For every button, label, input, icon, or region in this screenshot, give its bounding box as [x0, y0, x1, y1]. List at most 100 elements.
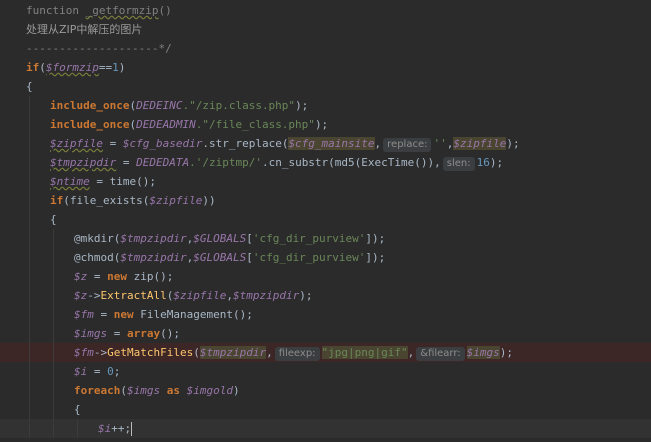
code-token: ,: [226, 289, 233, 302]
code-line[interactable]: $i = 0;: [0, 362, 651, 381]
code-token: );: [314, 118, 329, 131]
text-cursor: [131, 422, 133, 436]
indent-guide: [29, 115, 30, 134]
code-token: $imgold: [186, 384, 233, 397]
code-token: new: [107, 270, 127, 283]
code-text: if($formzip==1): [26, 58, 125, 77]
code-token: $tmpzipdir: [120, 251, 187, 264]
code-token: DEDEDATA: [136, 156, 190, 169]
code-text: $z = new zip();: [74, 267, 173, 286]
indent-guide: [53, 362, 54, 381]
code-line[interactable]: 处理从ZIP中解压的图片: [0, 20, 651, 39]
code-token: $zipfile: [453, 137, 507, 150]
code-token: $z: [74, 270, 88, 283]
code-line-error[interactable]: $fm->GetMatchFiles($tmpzipdir, fileexp: "j…: [0, 343, 651, 362]
code-text: $tmpzipdir = DEDEDATA.'/ziptmp/'.cn_subs…: [50, 153, 503, 172]
code-editor[interactable]: function _getformzip() 处理从ZIP中解压的图片 ------…: [0, 0, 651, 442]
code-line[interactable]: {: [0, 77, 651, 96]
code-token: ++;: [111, 422, 132, 435]
code-line[interactable]: $imgs = array();: [0, 324, 651, 343]
indent-guide: [29, 381, 30, 400]
code-token: $ntime: [50, 175, 90, 188]
indent-guide: [77, 419, 78, 438]
code-token: $cfg_mainsite: [288, 137, 375, 150]
code-token: foreach: [74, 384, 121, 397]
indent-guide: [53, 381, 54, 400]
code-line[interactable]: include_once(DEDEADMIN."/file_class.php"…: [0, 115, 651, 134]
code-token: 处理从ZIP中解压的图片: [26, 23, 143, 36]
code-token: {: [50, 213, 57, 226]
code-token: ->: [87, 289, 101, 302]
code-token: $zipfile: [173, 289, 227, 302]
code-line[interactable]: function _getformzip(): [0, 1, 651, 20]
code-line[interactable]: $tmpzipdir = DEDEDATA.'/ziptmp/'.cn_subs…: [0, 153, 651, 172]
code-token: =: [116, 156, 137, 169]
code-line[interactable]: $ntime = time();: [0, 172, 651, 191]
code-token: =: [87, 365, 108, 378]
code-line[interactable]: @chmod($tmpzipdir,$GLOBALS['cfg_dir_purv…: [0, 248, 651, 267]
code-token: {: [74, 403, 81, 416]
code-line[interactable]: @mkdir($tmpzipdir,$GLOBALS['cfg_dir_purv…: [0, 229, 651, 248]
code-token: --------------------*/: [26, 42, 172, 55]
code-token: $fm: [74, 308, 94, 321]
code-line[interactable]: $zipfile = $cfg_basedir.str_replace($cfg…: [0, 134, 651, 153]
code-text: $ntime = time();: [50, 172, 156, 191]
code-token: as: [166, 384, 180, 397]
code-line[interactable]: foreach($imgs as $imgold): [0, 381, 651, 400]
code-token: ();: [160, 327, 180, 340]
code-token: .str_replace(: [202, 137, 289, 150]
indent-guide: [29, 362, 30, 381]
code-line[interactable]: {: [0, 210, 651, 229]
code-token: ,: [407, 346, 415, 359]
code-token: =: [107, 327, 127, 340]
code-token: "jpg|png|gif": [321, 346, 408, 359]
indent-guide: [29, 210, 30, 229]
code-token: ;: [113, 365, 121, 378]
code-line[interactable]: if(file_exists($zipfile)): [0, 191, 651, 210]
code-token: (: [193, 346, 200, 359]
indent-guide: [29, 191, 30, 210]
indent-guide: [29, 134, 30, 153]
code-token: $imgs: [126, 384, 161, 397]
code-token: $tmpzipdir: [232, 289, 300, 302]
indent-guide: [29, 400, 30, 419]
code-text: {: [26, 77, 33, 96]
code-token: '': [433, 137, 447, 150]
code-line[interactable]: $i++;: [0, 419, 651, 438]
code-token: )): [202, 194, 216, 207]
code-line[interactable]: $fm = new FileManagement();: [0, 305, 651, 324]
code-token: include_once: [50, 99, 130, 112]
code-token: .'/ziptmp/': [189, 156, 262, 169]
code-token: $zipfile: [50, 137, 103, 150]
code-token: $imgs: [74, 327, 108, 340]
code-line[interactable]: if($formzip==1): [0, 58, 651, 77]
code-token: new: [113, 308, 134, 321]
indent-guide: [53, 229, 54, 248]
indent-guide: [29, 419, 30, 438]
indent-guide: [53, 248, 54, 267]
code-token: );: [506, 137, 520, 150]
code-line[interactable]: $z = new zip();: [0, 267, 651, 286]
indent-guide: [53, 419, 54, 438]
code-token: (): [158, 4, 172, 17]
code-token: 0: [107, 365, 114, 378]
code-text: @chmod($tmpzipdir,$GLOBALS['cfg_dir_purv…: [74, 248, 385, 267]
indent-guide: [29, 267, 30, 286]
code-token: ."/file_class.php": [195, 118, 315, 131]
code-token: ,: [374, 137, 382, 150]
code-line[interactable]: $z->ExtractAll($zipfile,$tmpzipdir);: [0, 286, 651, 305]
code-line[interactable]: {: [0, 400, 651, 419]
code-token: _getformzip: [85, 4, 159, 17]
code-line[interactable]: include_once(DEDEINC."/zip.class.php");: [0, 96, 651, 115]
code-text: {: [50, 210, 57, 229]
parameter-hint: &filearr:: [416, 347, 465, 361]
code-token: =: [93, 308, 114, 321]
code-token: DEDEADMIN: [136, 118, 196, 131]
indent-guide: [29, 324, 30, 343]
code-line[interactable]: --------------------*/: [0, 39, 651, 58]
code-token: ."/zip.class.php": [182, 99, 296, 112]
code-token: @mkdir(: [74, 232, 121, 245]
indent-guide: [53, 267, 54, 286]
code-text: include_once(DEDEADMIN."/file_class.php"…: [50, 115, 328, 134]
